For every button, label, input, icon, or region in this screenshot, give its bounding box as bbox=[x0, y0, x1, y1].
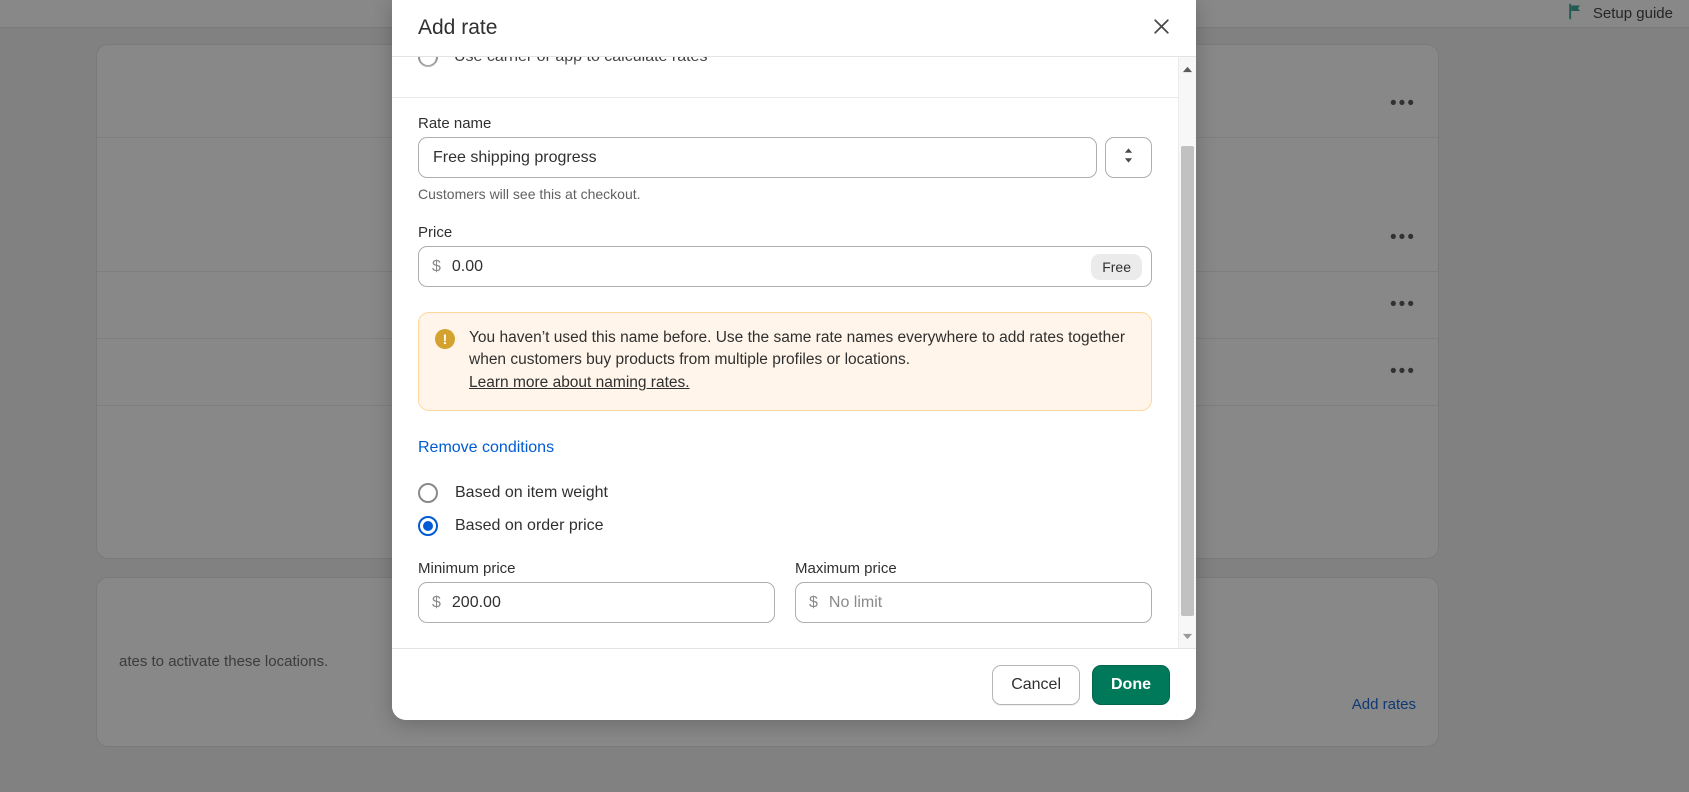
rate-form: Rate name Free shipping progress Custome… bbox=[418, 115, 1152, 623]
warning-icon: ! bbox=[435, 329, 455, 349]
modal-body: Use carrier or app to calculate rates Ra… bbox=[392, 56, 1196, 648]
scrollbar-up-button[interactable] bbox=[1179, 60, 1196, 78]
price-label: Price bbox=[418, 224, 453, 241]
modal-footer: Cancel Done bbox=[392, 648, 1196, 720]
add-rate-modal: Add rate Use carrier or app to calculate… bbox=[392, 0, 1196, 720]
modal-scrollbar[interactable] bbox=[1178, 57, 1196, 648]
remove-conditions-link[interactable]: Remove conditions bbox=[418, 439, 554, 457]
minimum-price-label: Minimum price bbox=[418, 560, 516, 577]
cancel-button[interactable]: Cancel bbox=[992, 664, 1080, 705]
caret-up-icon bbox=[1182, 60, 1193, 78]
scrollbar-thumb[interactable] bbox=[1181, 146, 1194, 616]
radio-icon[interactable] bbox=[418, 57, 438, 67]
modal-scroll-region: Use carrier or app to calculate rates Ra… bbox=[392, 57, 1178, 648]
option-label: Based on item weight bbox=[455, 484, 608, 501]
condition-radio-group: Based on item weight Based on order pric… bbox=[418, 483, 1152, 536]
price-range-row: Minimum price $ 200.00 Maximum price $ N… bbox=[418, 560, 1152, 623]
close-icon bbox=[1151, 16, 1172, 40]
option-carrier-calculated[interactable]: Use carrier or app to calculate rates bbox=[418, 56, 708, 67]
rate-name-label: Rate name bbox=[418, 115, 492, 132]
currency-symbol: $ bbox=[809, 593, 818, 611]
maximum-price-input[interactable]: $ No limit bbox=[795, 582, 1152, 623]
radio-icon[interactable] bbox=[418, 483, 438, 503]
maximum-price-placeholder: No limit bbox=[828, 593, 883, 611]
rate-name-input[interactable]: Free shipping progress bbox=[418, 137, 1097, 178]
minimum-price-field: Minimum price $ 200.00 bbox=[418, 560, 775, 623]
maximum-price-label: Maximum price bbox=[795, 560, 897, 577]
updown-chevron-icon bbox=[1122, 146, 1135, 170]
radio-option-item-weight[interactable]: Based on item weight bbox=[418, 483, 1152, 503]
close-button[interactable] bbox=[1144, 11, 1178, 45]
minimum-price-input[interactable]: $ 200.00 bbox=[418, 582, 775, 623]
divider bbox=[392, 97, 1178, 98]
price-input[interactable]: $ 0.00 Free bbox=[418, 246, 1152, 287]
scrollbar-down-button[interactable] bbox=[1179, 627, 1196, 645]
warning-text-block: You haven’t used this name before. Use t… bbox=[469, 327, 1135, 394]
warning-message: You haven’t used this name before. Use t… bbox=[469, 329, 1125, 368]
option-label: Use carrier or app to calculate rates bbox=[454, 56, 708, 65]
scroll-fade-bottom bbox=[392, 622, 1160, 648]
radio-icon-selected[interactable] bbox=[418, 516, 438, 536]
learn-more-link[interactable]: Learn more about naming rates. bbox=[469, 372, 690, 394]
modal-header: Add rate bbox=[392, 0, 1196, 56]
done-button[interactable]: Done bbox=[1092, 664, 1170, 705]
currency-symbol: $ bbox=[432, 593, 441, 611]
rate-name-help: Customers will see this at checkout. bbox=[418, 186, 641, 202]
price-value: 0.00 bbox=[451, 257, 484, 275]
caret-down-icon bbox=[1182, 627, 1193, 645]
option-label: Based on order price bbox=[455, 517, 604, 534]
currency-symbol: $ bbox=[432, 257, 441, 275]
radio-option-order-price[interactable]: Based on order price bbox=[418, 516, 1152, 536]
page-title: Add rate bbox=[418, 15, 498, 39]
free-badge: Free bbox=[1091, 253, 1142, 280]
maximum-price-field: Maximum price $ No limit bbox=[795, 560, 1152, 623]
minimum-price-value: 200.00 bbox=[451, 593, 501, 611]
naming-warning-banner: ! You haven’t used this name before. Use… bbox=[418, 312, 1152, 411]
rate-name-row: Free shipping progress bbox=[418, 137, 1152, 178]
rate-name-stepper[interactable] bbox=[1105, 137, 1152, 178]
